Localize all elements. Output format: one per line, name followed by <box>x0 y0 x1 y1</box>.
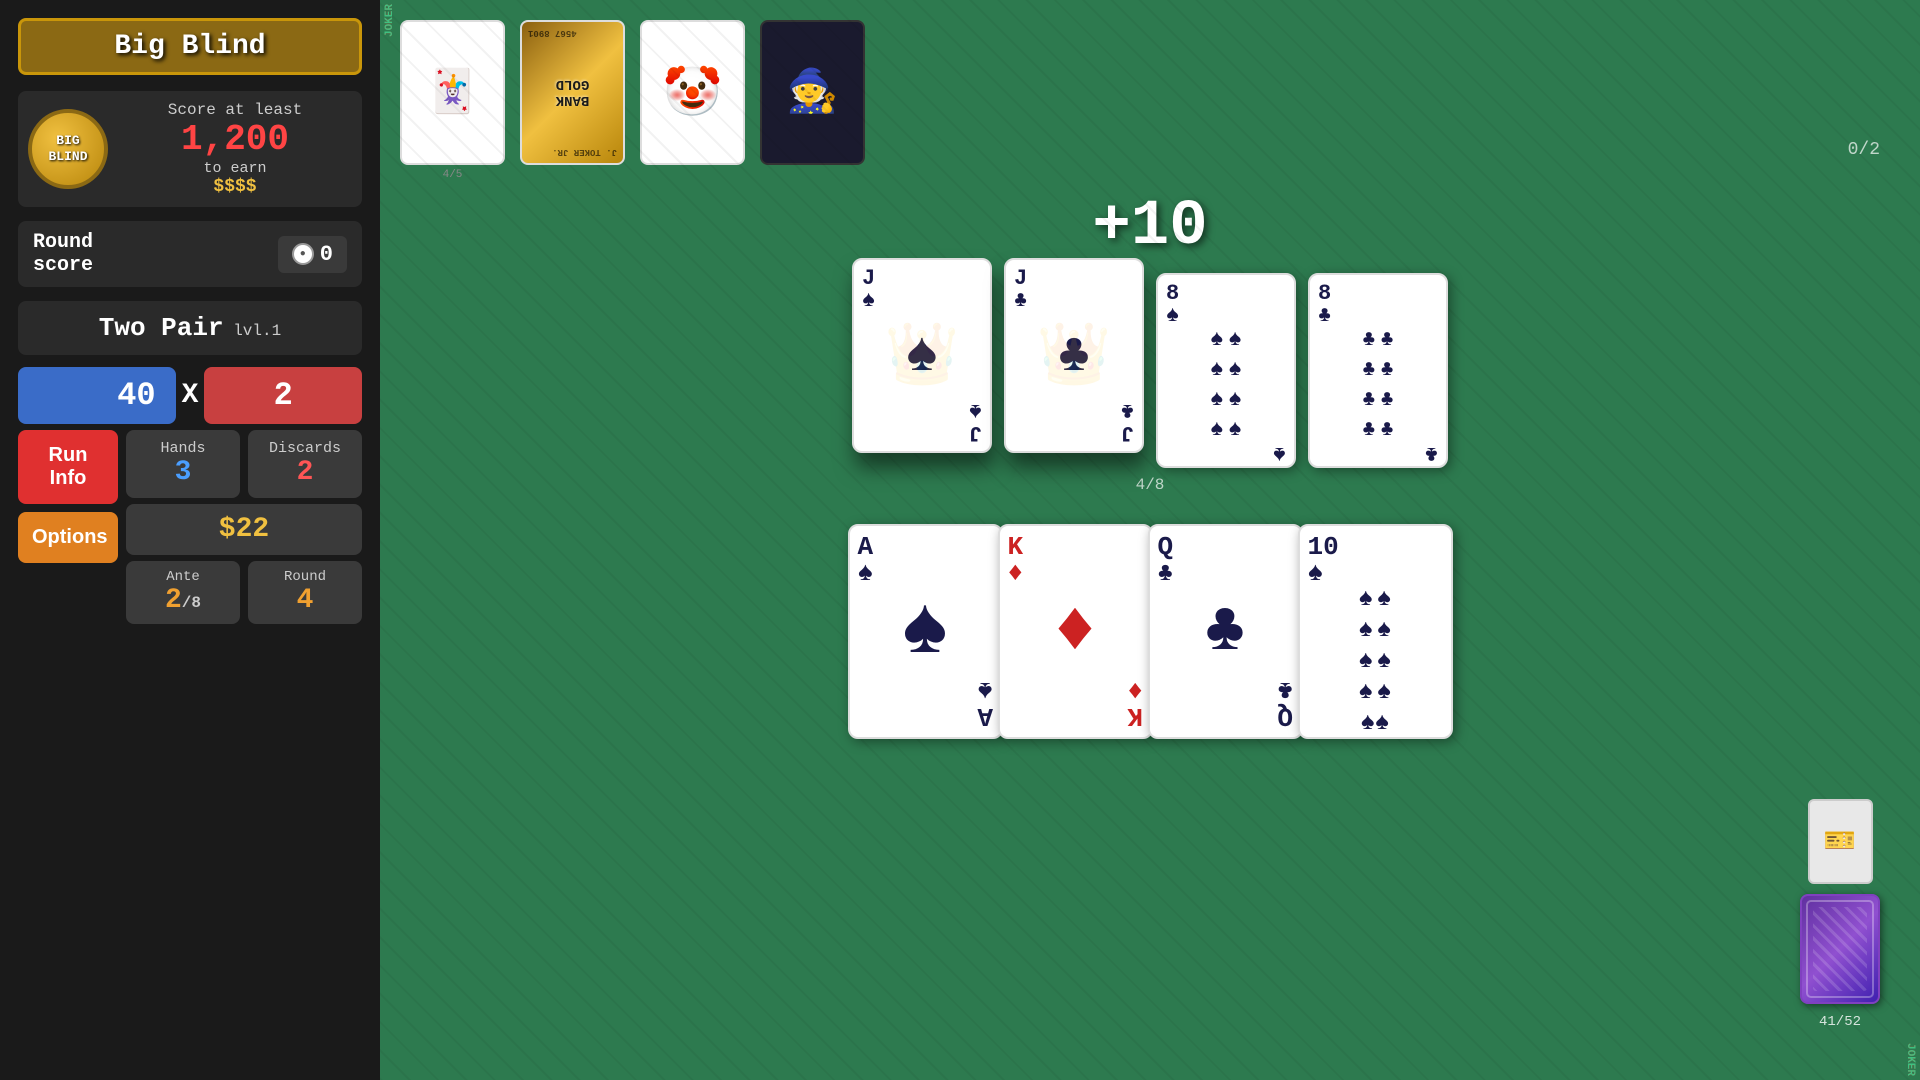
discards-box: Discards 2 <box>248 430 362 498</box>
blind-coin: BIG BLIND <box>28 109 108 189</box>
card-rank-bottom: 8♠ <box>1166 442 1286 468</box>
stats-grid: Hands 3 Discards 2 $22 Ante 2/8 <box>126 430 362 624</box>
deck-card[interactable] <box>1800 894 1880 1004</box>
ante-box: Ante 2/8 <box>126 561 240 624</box>
card-rank-top: J♠ <box>862 268 982 312</box>
hand-card-queen-clubs[interactable]: Q♣ ♣ Q♣ <box>1148 524 1303 739</box>
played-card-jack-spades[interactable]: J♠ ♠ J♠ 👑 <box>852 258 992 453</box>
coin-line1: BIG <box>56 133 79 149</box>
deck-pattern <box>1813 907 1867 991</box>
deck-inner <box>1806 900 1874 998</box>
left-panel: Big Blind BIG BLIND Score at least 1,200… <box>0 0 380 1080</box>
joker-card-2[interactable]: J. TOKER JR. BANKGOLD 4567 8901 <box>520 20 625 181</box>
ante-value: 2/8 <box>136 585 230 616</box>
joker-card-4[interactable]: JOKER 🧙 JOKER <box>760 20 865 181</box>
played-count-label: 4/8 <box>380 476 1920 494</box>
hand-card-ten-spades[interactable]: 10♠ ♠♠ ♠♠ ♠♠ ♠♠ ♠♠ 10♠ <box>1298 524 1453 739</box>
blind-title: Big Blind <box>31 31 349 62</box>
score-target: 1,200 <box>181 119 289 160</box>
hand-card-king-diamonds[interactable]: K♦ ♦ K♦ <box>998 524 1153 739</box>
hands-discards-row: Hands 3 Discards 2 <box>126 430 362 498</box>
card-rank-bottom: J♣ <box>1014 399 1134 443</box>
chips-box: 40 <box>18 367 176 424</box>
action-buttons-column: Run Info Options <box>18 430 118 624</box>
card-rank-bottom: J♠ <box>862 399 982 443</box>
round-score-value-container: ● 0 <box>278 236 347 273</box>
blind-score-info: Score at least 1,200 to earn $$$$ <box>118 101 352 197</box>
mult-x-label: X <box>182 380 199 411</box>
joker1-count: 4/5 <box>400 169 505 181</box>
hand-name: Two Pair <box>99 313 224 343</box>
deck-area: 🎫 41/52 <box>1800 799 1880 1030</box>
hand-level: lvl.1 <box>233 322 281 340</box>
card-rank-top: 8♠ <box>1166 283 1286 327</box>
hand-area: A♠ ♠ A♠ K♦ ♦ K♦ Q♣ ♣ Q♣ 10♠ <box>380 494 1920 739</box>
main-game-area: JOKER 🃏 JOKER 4/5 J. TOKER JR. BANKGOLD … <box>380 0 1920 1080</box>
to-earn-label: to earn <box>203 160 266 177</box>
played-card-8-spades[interactable]: 8♠ ♠♠ ♠♠ ♠♠ ♠♠ 8♠ <box>1156 273 1296 468</box>
joker-card-3[interactable]: JOKER 🤡 JOKER <box>640 20 745 181</box>
hands-box: Hands 3 <box>126 430 240 498</box>
money-value: $22 <box>136 514 352 545</box>
hand-name-section: Two Pair lvl.1 <box>18 301 362 355</box>
card-rank-top: 8♣ <box>1318 283 1438 327</box>
round-score-row: Round score ● 0 <box>18 221 362 287</box>
round-score-label: Round score <box>33 231 268 277</box>
score-chip-icon: ● <box>292 243 314 265</box>
voucher-card[interactable]: 🎫 <box>1808 799 1873 884</box>
plus-indicator: +10 <box>380 191 1920 263</box>
blind-header: Big Blind <box>18 18 362 75</box>
deck-count: 41/52 <box>1819 1014 1861 1030</box>
consumable-count: 0/2 <box>1848 140 1880 160</box>
options-button[interactable]: Options <box>18 512 118 563</box>
ante-round-row: Ante 2/8 Round 4 <box>126 561 362 624</box>
round-label: Round <box>258 569 352 585</box>
hand-score-row: 40 X 2 <box>18 367 362 424</box>
coin-line2: BLIND <box>48 149 87 165</box>
earn-money: $$$$ <box>213 177 256 197</box>
played-card-jack-clubs[interactable]: J♣ ♣ J♣ 👑 <box>1004 258 1144 453</box>
hands-label: Hands <box>136 440 230 457</box>
run-info-button[interactable]: Run Info <box>18 430 118 504</box>
ante-label: Ante <box>136 569 230 585</box>
discards-value: 2 <box>258 457 352 488</box>
round-value: 4 <box>258 585 352 616</box>
card-rank-top: J♣ <box>1014 268 1134 312</box>
playing-area: J♠ ♠ J♠ 👑 J♣ ♣ J♣ 👑 8♠ <box>380 273 1920 468</box>
hand-card-ace-spades[interactable]: A♠ ♠ A♠ <box>848 524 1003 739</box>
bottom-actions: Run Info Options Hands 3 Discards 2 $22 <box>18 430 362 624</box>
discards-label: Discards <box>258 440 352 457</box>
played-card-8-clubs[interactable]: 8♣ ♣♣ ♣♣ ♣♣ ♣♣ 8♣ <box>1308 273 1448 468</box>
round-score-num: 0 <box>320 242 333 267</box>
joker-area: JOKER 🃏 JOKER 4/5 J. TOKER JR. BANKGOLD … <box>380 0 1920 181</box>
round-box: Round 4 <box>248 561 362 624</box>
money-box: $22 <box>126 504 362 555</box>
mult-box: 2 <box>204 367 362 424</box>
joker-card-1[interactable]: JOKER 🃏 JOKER 4/5 <box>400 20 505 181</box>
consumable-area: 0/2 <box>1848 20 1880 160</box>
score-at-least-label: Score at least <box>168 101 302 119</box>
hands-value: 3 <box>136 457 230 488</box>
blind-info-row: BIG BLIND Score at least 1,200 to earn $… <box>18 91 362 207</box>
joker-cards-row: JOKER 🃏 JOKER 4/5 J. TOKER JR. BANKGOLD … <box>400 20 865 181</box>
card-rank-bottom: 8♣ <box>1318 442 1438 468</box>
hand-count: 4/8 <box>1136 476 1165 494</box>
